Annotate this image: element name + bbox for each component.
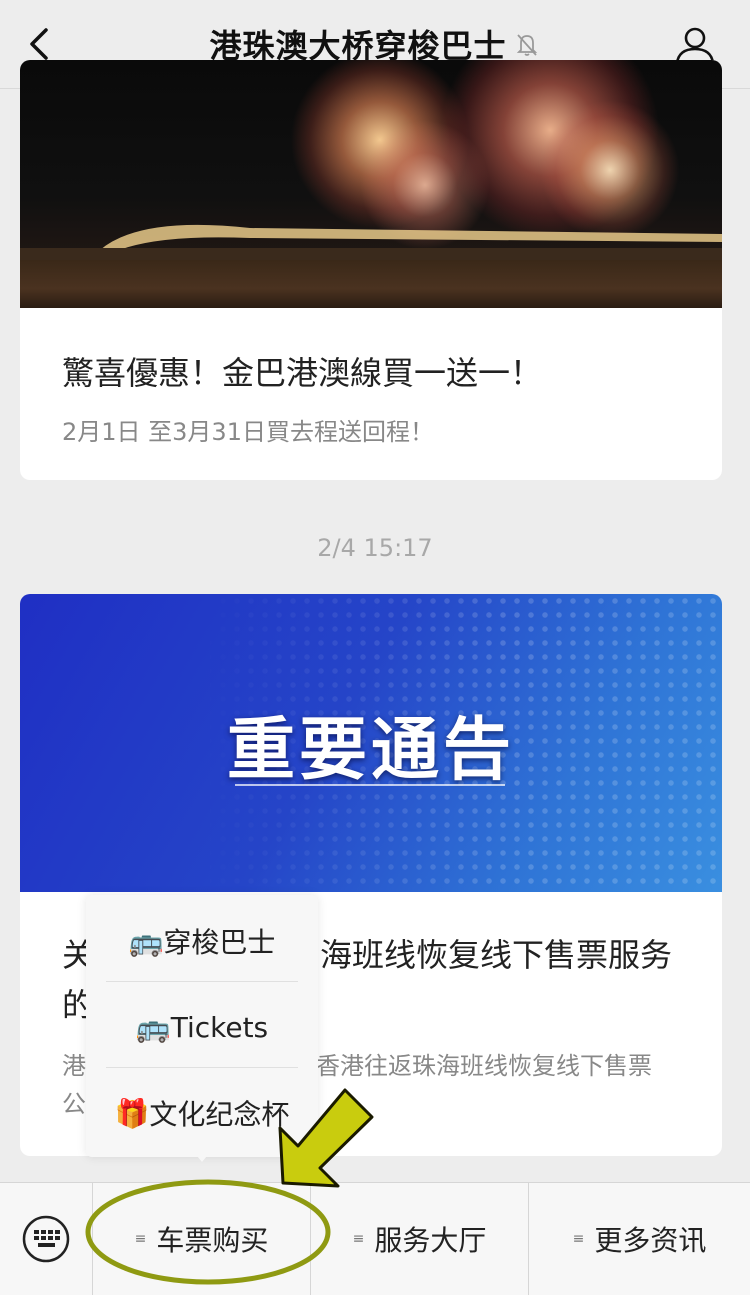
- bell-off-icon: [516, 34, 537, 56]
- keyboard-icon: [22, 1215, 70, 1263]
- menu-service-hall[interactable]: ≡ 服务大厅: [311, 1183, 529, 1295]
- bus-icon: 🚌: [135, 1010, 171, 1044]
- article-title: 驚喜優惠！金巴港澳線買一送一！: [62, 354, 543, 392]
- article-desc-fragment: 香港往返珠海班线恢复线下售票: [316, 1052, 652, 1080]
- menu-icon: ≡: [572, 1231, 585, 1247]
- article-card-promo[interactable]: 驚喜優惠！金巴港澳線買一送一！ 2月1日 至3月31日買去程送回程！: [20, 60, 722, 480]
- submenu-item-shuttle-bus[interactable]: 🚌 穿梭巴士: [106, 899, 298, 983]
- submenu-item-souvenir-cup[interactable]: 🎁 文化纪念杯: [106, 1071, 298, 1155]
- bus-icon: 🚌: [128, 924, 164, 958]
- keyboard-toggle[interactable]: [0, 1183, 93, 1295]
- banner-text: 重要通告: [226, 710, 515, 790]
- fireworks-bridge-photo: [20, 60, 722, 308]
- notice-banner: 重要通告: [20, 594, 722, 892]
- gift-icon: 🎁: [114, 1096, 150, 1130]
- submenu-popup: 🚌 穿梭巴士 🚌 Tickets 🎁 文化纪念杯: [86, 895, 318, 1157]
- article-desc-fragment: 港: [62, 1052, 86, 1080]
- menu-icon: ≡: [134, 1231, 147, 1247]
- article-desc-fragment: 公: [62, 1090, 86, 1118]
- article-desc: 2月1日 至3月31日買去程送回程！: [62, 418, 434, 446]
- menu-more-info[interactable]: ≡ 更多资讯: [529, 1183, 750, 1295]
- menu-icon: ≡: [352, 1231, 365, 1247]
- menu-ticket-purchase[interactable]: ≡ 车票购买: [93, 1183, 311, 1295]
- submenu-item-tickets[interactable]: 🚌 Tickets: [106, 985, 298, 1069]
- article-title-fragment: 海班线恢复线下售票服务: [320, 936, 673, 974]
- bottom-menu-bar: ≡ 车票购买 ≡ 服务大厅 ≡ 更多资讯: [0, 1182, 750, 1295]
- message-timestamp: 2/4 15:17: [317, 534, 433, 562]
